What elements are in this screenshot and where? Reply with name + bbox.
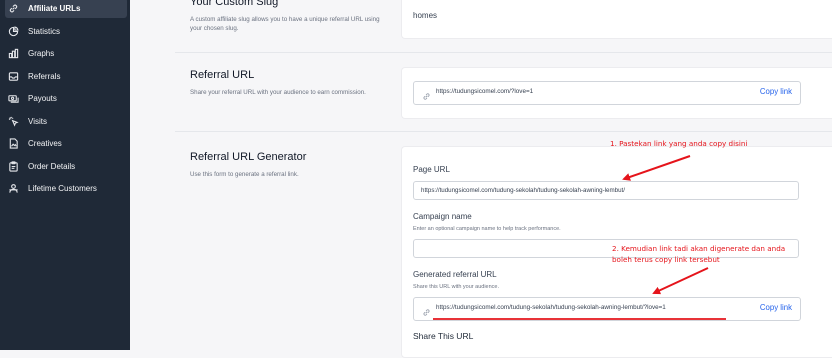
sidebar-item-creatives[interactable]: Creatives (5, 133, 127, 153)
annotation-note-generate-line1: 2. Kemudian link tadi akan digenerate da… (612, 244, 786, 253)
page-url-label: Page URL (413, 165, 450, 174)
sidebar-item-label: Lifetime Customers (28, 183, 97, 193)
sidebar-item-label: Referrals (28, 71, 61, 81)
sidebar-item-order-details[interactable]: Order Details (5, 156, 127, 176)
clipboard-icon (8, 160, 19, 172)
link-icon (422, 88, 431, 100)
annotation-note-paste: 1. Pastekan link yang anda copy disini (610, 139, 748, 148)
main-content: Your Custom Slug A custom affiliate slug… (130, 0, 832, 358)
sidebar-item-label: Payouts (28, 93, 57, 103)
sidebar-item-statistics[interactable]: Statistics (5, 21, 127, 41)
custom-slug-title: Your Custom Slug (190, 0, 279, 8)
custom-slug-description: A custom affiliate slug allows you to ha… (190, 16, 380, 32)
campaign-name-help: Enter an optional campaign name to help … (413, 226, 561, 232)
sidebar-item-label: Affiliate URLs (28, 3, 81, 13)
annotation-note-generate-line2: boleh terus copy link tersebut (612, 255, 720, 264)
sidebar-item-lifetime-customers[interactable]: Lifetime Customers (5, 178, 127, 198)
sidebar-item-referrals[interactable]: Referrals (5, 66, 127, 86)
bar-chart-icon (8, 48, 19, 59)
referral-url-text[interactable]: https://tudungsicomel.com/?love=1 (436, 88, 533, 95)
referral-url-description: Share your referral URL with your audien… (190, 89, 366, 96)
sidebar-item-label: Statistics (28, 26, 61, 36)
sidebar-item-label: Visits (28, 116, 47, 126)
page-url-input[interactable] (413, 181, 799, 200)
generator-title: Referral URL Generator (190, 151, 307, 163)
section-divider (175, 131, 832, 132)
sidebar-item-affiliate-urls[interactable]: Affiliate URLs (5, 0, 127, 18)
sidebar-item-payouts[interactable]: Payouts (5, 88, 127, 108)
cash-icon (8, 93, 19, 104)
campaign-name-label: Campaign name (413, 212, 472, 221)
inbox-icon (8, 71, 19, 82)
sidebar: Affiliate URLs Statistics Graphs Referra… (0, 0, 130, 350)
custom-slug-panel (401, 0, 832, 39)
generated-url-box: https://tudungsicomel.com/tudung-sekolah… (413, 297, 801, 321)
link-icon (422, 304, 431, 316)
copy-link-button[interactable]: Copy link (760, 87, 792, 96)
referral-url-title: Referral URL (190, 69, 255, 81)
chart-pie-icon (8, 25, 19, 37)
copy-generated-link-button[interactable]: Copy link (760, 303, 792, 312)
document-image-icon (8, 137, 19, 149)
cursor-click-icon (8, 116, 19, 127)
users-icon (8, 183, 19, 194)
generator-description: Use this form to generate a referral lin… (190, 171, 299, 178)
generated-url-label: Generated referral URL (413, 270, 497, 279)
sidebar-item-label: Order Details (28, 161, 76, 171)
custom-slug-value[interactable]: homes (413, 11, 437, 20)
referral-url-box: https://tudungsicomel.com/?love=1 Copy l… (413, 81, 801, 105)
sidebar-item-visits[interactable]: Visits (5, 111, 127, 131)
share-url-label: Share This URL (413, 331, 474, 341)
link-icon (8, 3, 19, 14)
sidebar-item-label: Graphs (28, 48, 55, 58)
generated-url-help: Share this URL with your audience. (413, 284, 500, 290)
sidebar-item-label: Creatives (28, 138, 62, 148)
generated-url-text[interactable]: https://tudungsicomel.com/tudung-sekolah… (436, 304, 666, 311)
section-divider (175, 52, 832, 53)
sidebar-item-graphs[interactable]: Graphs (5, 43, 127, 63)
